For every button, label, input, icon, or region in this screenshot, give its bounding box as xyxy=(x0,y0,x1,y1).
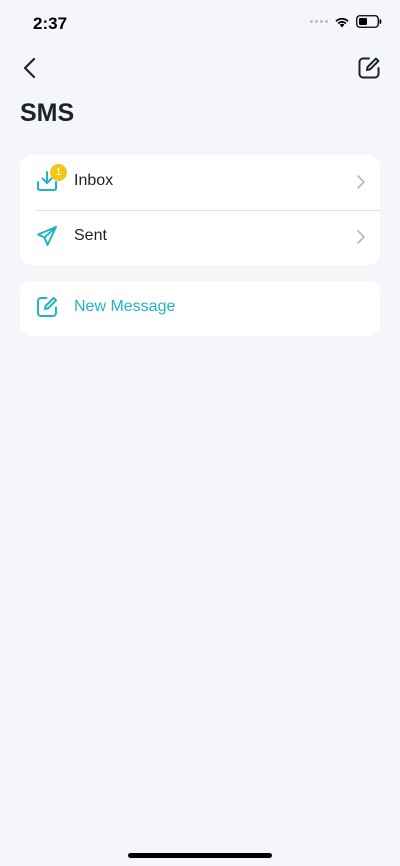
page-title: SMS xyxy=(20,99,75,127)
status-icons xyxy=(310,15,382,28)
new-message-card: New Message xyxy=(20,281,380,336)
chevron-left-icon xyxy=(23,57,36,79)
chevron-right-icon xyxy=(357,175,365,189)
sent-row[interactable]: Sent xyxy=(20,210,380,265)
new-message-button[interactable]: New Message xyxy=(20,281,380,336)
compose-icon xyxy=(37,297,57,317)
inbox-label: Inbox xyxy=(74,172,114,189)
cellular-dots-icon xyxy=(310,20,328,23)
nav-bar xyxy=(0,46,400,90)
inbox-unread-badge: 1 xyxy=(50,164,67,181)
home-indicator[interactable] xyxy=(128,853,272,858)
sms-folders-card: 1 Inbox Sent xyxy=(20,155,380,265)
sent-label: Sent xyxy=(74,227,107,244)
back-button[interactable] xyxy=(18,54,44,82)
chevron-right-icon xyxy=(357,230,365,244)
battery-icon xyxy=(356,15,382,28)
compose-icon xyxy=(358,57,380,79)
inbox-row[interactable]: 1 Inbox xyxy=(20,155,380,210)
paper-plane-icon xyxy=(37,226,57,246)
new-message-label: New Message xyxy=(74,298,176,315)
wifi-icon xyxy=(335,17,349,27)
compose-button[interactable] xyxy=(356,55,382,81)
status-bar: 2:37 xyxy=(0,0,400,46)
status-time: 2:37 xyxy=(33,14,68,33)
